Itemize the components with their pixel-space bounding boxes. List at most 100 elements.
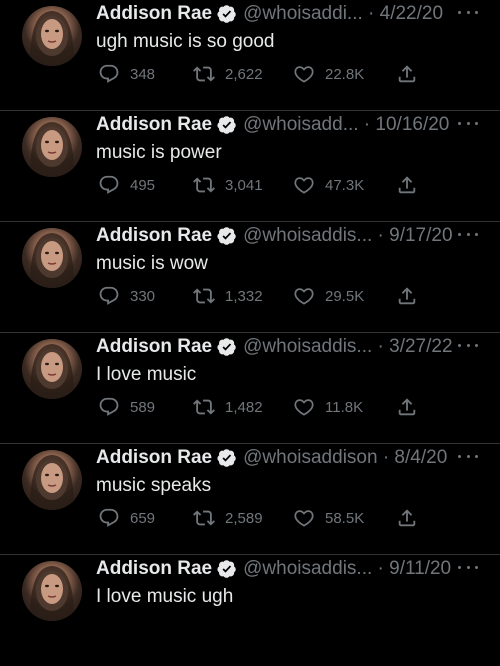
retweet-icon	[193, 63, 215, 85]
retweet-button[interactable]: 1,482	[193, 396, 263, 418]
share-button[interactable]	[396, 174, 418, 196]
like-count: 29.5K	[325, 287, 365, 305]
retweet-icon	[193, 174, 215, 196]
retweet-icon	[193, 396, 215, 418]
display-name[interactable]: Addison Rae	[96, 225, 212, 247]
tweet[interactable]: Addison Rae @whoisadd... · 10/16/20 musi…	[0, 111, 500, 222]
retweet-button[interactable]: 1,332	[193, 285, 263, 307]
share-upload-icon	[396, 63, 418, 85]
reply-button[interactable]: 659	[98, 507, 155, 529]
display-name[interactable]: Addison Rae	[96, 3, 212, 25]
share-upload-icon	[396, 285, 418, 307]
retweet-button[interactable]: 2,589	[193, 507, 263, 529]
like-button[interactable]: 58.5K	[293, 507, 364, 529]
tweet-actions: 330 1,332 29.5K	[96, 285, 500, 307]
share-button[interactable]	[396, 285, 418, 307]
reply-button[interactable]: 348	[98, 63, 155, 85]
tweet[interactable]: Addison Rae @whoisaddis... · 9/11/20 I l…	[0, 555, 500, 666]
retweet-count: 2,589	[225, 509, 263, 527]
verified-badge-icon	[217, 115, 237, 135]
avatar[interactable]	[22, 561, 82, 621]
share-button[interactable]	[396, 396, 418, 418]
like-count: 58.5K	[325, 509, 365, 527]
like-count: 11.8K	[325, 398, 364, 416]
display-name[interactable]: Addison Rae	[96, 336, 212, 358]
tweet[interactable]: Addison Rae @whoisaddison · 8/4/20 music…	[0, 444, 500, 555]
tweet-text: I love music	[96, 364, 197, 385]
avatar[interactable]	[22, 117, 82, 177]
like-button[interactable]: 22.8K	[293, 63, 364, 85]
reply-count: 659	[130, 509, 156, 527]
more-dots-icon[interactable]	[458, 339, 478, 351]
tweet-text: music is wow	[96, 253, 208, 274]
reply-count: 348	[130, 65, 156, 83]
retweet-count: 1,332	[225, 287, 263, 305]
reply-count: 589	[130, 398, 156, 416]
avatar[interactable]	[22, 6, 82, 66]
speech-bubble-icon	[98, 285, 120, 307]
display-name[interactable]: Addison Rae	[96, 558, 212, 580]
more-dots-icon[interactable]	[458, 561, 478, 573]
more-dots-icon[interactable]	[458, 228, 478, 240]
handle-and-date[interactable]: @whoisaddis... · 9/17/20	[243, 225, 452, 247]
tweet[interactable]: Addison Rae @whoisaddis... · 9/17/20 mus…	[0, 222, 500, 333]
handle-and-date[interactable]: @whoisaddis... · 3/27/22	[243, 336, 452, 358]
heart-icon	[293, 396, 315, 418]
display-name[interactable]: Addison Rae	[96, 447, 212, 469]
tweet-actions: 589 1,482 11.8K	[96, 396, 500, 418]
handle-and-date[interactable]: @whoisaddison · 8/4/20	[243, 447, 447, 469]
tweet-text: music is power	[96, 142, 222, 163]
avatar[interactable]	[22, 339, 82, 399]
display-name[interactable]: Addison Rae	[96, 114, 212, 136]
handle-and-date[interactable]: @whoisadd... · 10/16/20	[243, 114, 449, 136]
share-upload-icon	[396, 507, 418, 529]
like-button[interactable]: 29.5K	[293, 285, 364, 307]
like-button[interactable]: 47.3K	[293, 174, 364, 196]
handle-and-date[interactable]: @whoisaddi... · 4/22/20	[243, 3, 443, 25]
avatar[interactable]	[22, 228, 82, 288]
verified-badge-icon	[217, 337, 237, 357]
tweet-feed: Addison Rae @whoisaddi... · 4/22/20 ugh …	[0, 0, 500, 666]
share-upload-icon	[396, 396, 418, 418]
verified-badge-icon	[217, 226, 237, 246]
verified-badge-icon	[217, 4, 237, 24]
heart-icon	[293, 63, 315, 85]
tweet-text: music speaks	[96, 475, 212, 496]
reply-count: 495	[130, 176, 156, 194]
speech-bubble-icon	[98, 507, 120, 529]
heart-icon	[293, 507, 315, 529]
heart-icon	[293, 285, 315, 307]
tweet-actions: 495 3,041 47.3K	[96, 174, 500, 196]
tweet-text: I love music ugh	[96, 586, 234, 607]
tweet[interactable]: Addison Rae @whoisaddis... · 3/27/22 I l…	[0, 333, 500, 444]
verified-badge-icon	[217, 559, 237, 579]
reply-button[interactable]: 330	[98, 285, 155, 307]
like-count: 22.8K	[325, 65, 365, 83]
retweet-count: 1,482	[225, 398, 263, 416]
tweet[interactable]: Addison Rae @whoisaddi... · 4/22/20 ugh …	[0, 0, 500, 111]
retweet-icon	[193, 507, 215, 529]
speech-bubble-icon	[98, 396, 120, 418]
more-dots-icon[interactable]	[458, 117, 478, 129]
reply-button[interactable]: 589	[98, 396, 155, 418]
retweet-count: 2,622	[225, 65, 263, 83]
retweet-button[interactable]: 3,041	[193, 174, 263, 196]
more-dots-icon[interactable]	[458, 6, 478, 18]
avatar[interactable]	[22, 450, 82, 510]
more-dots-icon[interactable]	[458, 450, 478, 462]
reply-count: 330	[130, 287, 156, 305]
share-button[interactable]	[396, 507, 418, 529]
tweet-text: ugh music is so good	[96, 31, 275, 52]
share-upload-icon	[396, 174, 418, 196]
handle-and-date[interactable]: @whoisaddis... · 9/11/20	[243, 558, 451, 580]
speech-bubble-icon	[98, 174, 120, 196]
reply-button[interactable]: 495	[98, 174, 155, 196]
heart-icon	[293, 174, 315, 196]
retweet-count: 3,041	[225, 176, 263, 194]
share-button[interactable]	[396, 63, 418, 85]
retweet-button[interactable]: 2,622	[193, 63, 263, 85]
tweet-actions: 659 2,589 58.5K	[96, 507, 500, 529]
retweet-icon	[193, 285, 215, 307]
tweet-actions: 348 2,622 22.8K	[96, 63, 500, 85]
like-button[interactable]: 11.8K	[293, 396, 363, 418]
